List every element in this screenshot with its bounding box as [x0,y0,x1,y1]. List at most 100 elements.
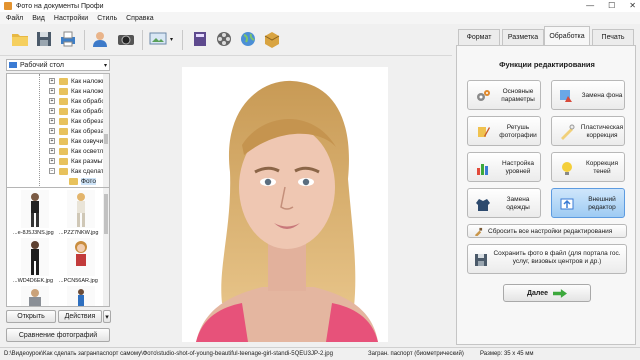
thumbnail-scrollbar[interactable] [103,188,109,306]
folder-icon [69,177,78,185]
tree-item[interactable]: + Как обрезат [7,116,107,126]
folder-select[interactable]: Рабочий стол ▾ [6,59,110,71]
menu-help[interactable]: Справка [126,15,153,22]
tab-format[interactable]: Формат [458,29,500,45]
shadows-icon [562,162,572,175]
screen-icon[interactable] [148,29,168,49]
camera-icon[interactable] [116,29,136,49]
thumbnail[interactable]: ...PCN56AR.jpg [59,238,101,288]
tree-item[interactable]: + Как размыть [7,156,109,166]
maximize-button[interactable]: ☐ [608,1,615,10]
tree-item[interactable]: + Как обработ [7,96,108,106]
tree-item[interactable]: + Как наложи [7,76,107,86]
retouch-button[interactable]: Ретушь фотографии [467,116,541,146]
menu-style[interactable]: Стиль [97,15,117,22]
tree-item-selected[interactable]: Фото [17,176,109,186]
plastic-correction-button[interactable]: Пластическая коррекция [551,116,625,146]
tree-item[interactable]: − Как сделать [7,166,107,176]
expand-icon[interactable]: + [49,138,55,144]
expand-icon[interactable]: + [49,158,55,164]
menu-file[interactable]: Файл [6,15,23,22]
box-icon[interactable] [262,29,282,49]
folder-icon [59,87,68,95]
processing-panel: Функции редактирования Основные параметр… [456,45,636,345]
expand-icon[interactable]: − [49,168,55,174]
folder-tree[interactable]: + Как наложи + Как наложи + Как обработ + Ка… [6,73,110,191]
close-button[interactable]: ✕ [629,1,636,10]
thumbnail[interactable]: ...WD4D6EK.jpg [13,238,55,288]
next-label: Далее [526,289,549,297]
expand-icon[interactable]: + [49,148,55,154]
tree-item[interactable]: + Как обрезат [7,126,107,136]
levels-button[interactable]: Настройка уровней [467,152,541,182]
tree-item[interactable]: + Как наложи [7,86,107,96]
save-icon[interactable] [34,29,54,49]
thumbnail[interactable] [59,286,101,306]
tree-item[interactable]: + Как обработ [7,106,108,116]
book-icon[interactable] [190,29,210,49]
title-bar: Фото на документы Профи — ☐ ✕ [0,0,640,12]
clothes-button[interactable]: Замена одежды [467,188,541,218]
next-button[interactable]: Далее [503,284,591,302]
open-button[interactable]: Открыть [6,310,56,323]
tree-item[interactable]: + Как озвучит [7,136,107,146]
retouch-icon [478,127,490,137]
tab-print[interactable]: Печать [592,29,634,45]
minimize-button[interactable]: — [586,1,594,10]
menu-view[interactable]: Вид [32,15,45,22]
folder-icon [59,117,68,125]
plastic-correction-icon [561,124,575,140]
open-folder-icon[interactable] [10,29,30,49]
expand-icon[interactable]: + [49,88,55,94]
world-icon[interactable] [238,29,258,49]
right-panel: Формат Разметка Обработка Печать Функции… [456,26,636,346]
status-path: D:\Видеоурок\Как сделать загранпаспорт с… [4,351,333,357]
folder-icon [59,107,68,115]
external-editor-button[interactable]: Внешний редактор [551,188,625,218]
external-editor-icon [560,198,574,210]
thumbnail[interactable] [13,286,55,306]
contacts-icon[interactable] [90,29,110,49]
folder-icon [59,167,68,175]
gears-icon [477,90,490,101]
save-photo-label: Сохранить фото в файл (для портала гос. … [493,250,621,265]
folder-select-label: Рабочий стол [20,61,64,69]
panel-heading: Функции редактирования [499,60,595,69]
brush-icon [474,227,483,236]
save-photo-button[interactable]: Сохранить фото в файл (для портала гос. … [467,244,627,274]
folder-icon [59,97,68,105]
menu-bar: Файл Вид Настройки Стиль Справка [0,12,640,24]
expand-icon[interactable]: + [49,78,55,84]
status-bar: D:\Видеоурок\Как сделать загранпаспорт с… [0,347,640,360]
print-icon[interactable] [58,29,78,49]
status-document: Загран. паспорт (биометрический) [368,351,464,357]
folder-icon [59,147,68,155]
tree-item[interactable]: + Как осветли [7,146,107,156]
folder-icon [59,157,68,165]
film-icon[interactable] [214,29,234,49]
expand-icon[interactable]: + [49,128,55,134]
background-replace-button[interactable]: Замена фона [551,80,625,110]
chevron-down-icon[interactable]: ▾ [170,36,173,43]
photo-preview[interactable] [182,67,388,342]
tab-processing[interactable]: Обработка [544,26,590,46]
shadows-button[interactable]: Коррекция теней [551,152,625,182]
tree-scrollbar[interactable] [103,74,109,190]
thumbnail[interactable]: ...e-8J5J3NS.jpg [13,190,55,240]
arrow-right-icon [553,288,568,298]
actions-button[interactable]: Действия [58,310,102,323]
thumbnail[interactable]: ...PZZ7NKW.jpg [59,190,101,240]
levels-icon [477,164,488,175]
compare-photos-button[interactable]: Сравнение фотографий [6,328,110,342]
window-title: Фото на документы Профи [16,2,104,10]
expand-icon[interactable]: + [49,118,55,124]
actions-dropdown-icon[interactable]: ▾ [103,310,111,323]
tab-layout[interactable]: Разметка [502,29,544,45]
expand-icon[interactable]: + [49,108,55,114]
toolbar: ▾ [0,24,452,56]
basic-params-button[interactable]: Основные параметры [467,80,541,110]
reset-settings-button[interactable]: Сбросить все настройки редактирования [467,224,627,238]
menu-settings[interactable]: Настройки [54,15,88,22]
left-panel: Рабочий стол ▾ + Как наложи + Как наложи +… [2,56,112,356]
expand-icon[interactable]: + [49,98,55,104]
